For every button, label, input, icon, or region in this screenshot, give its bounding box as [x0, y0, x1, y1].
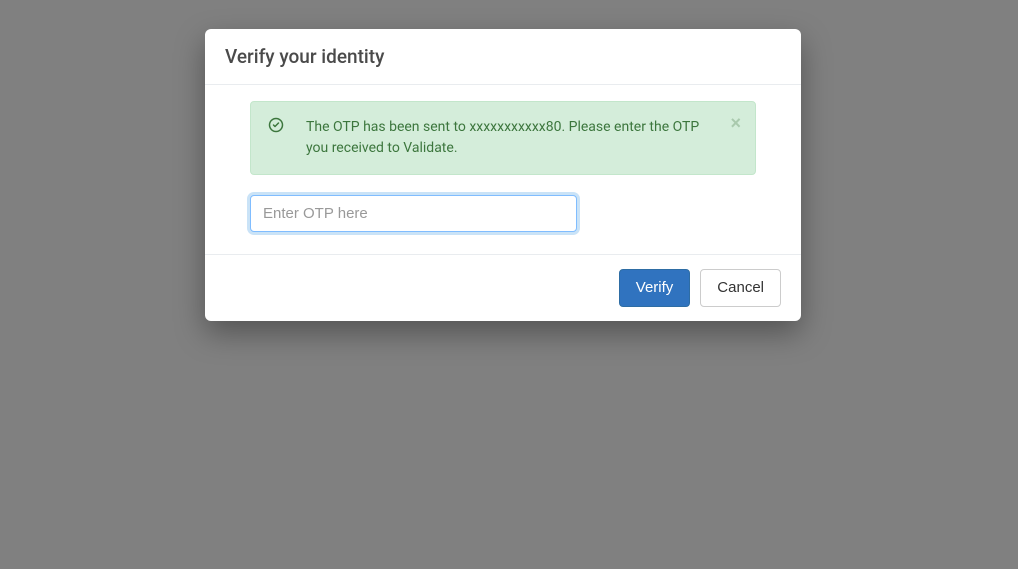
alert-message: The OTP has been sent to xxxxxxxxxxx80. … [306, 119, 699, 156]
verify-identity-modal: Verify your identity The OTP has been se… [205, 29, 801, 321]
modal-body: The OTP has been sent to xxxxxxxxxxx80. … [205, 85, 801, 254]
verify-button[interactable]: Verify [619, 269, 691, 307]
modal-title: Verify your identity [225, 45, 781, 68]
success-alert: The OTP has been sent to xxxxxxxxxxx80. … [250, 101, 756, 175]
cancel-button[interactable]: Cancel [700, 269, 781, 307]
close-icon[interactable]: × [730, 114, 741, 132]
check-circle-icon [268, 117, 284, 133]
modal-footer: Verify Cancel [205, 254, 801, 321]
modal-header: Verify your identity [205, 29, 801, 85]
otp-input[interactable] [250, 195, 577, 232]
